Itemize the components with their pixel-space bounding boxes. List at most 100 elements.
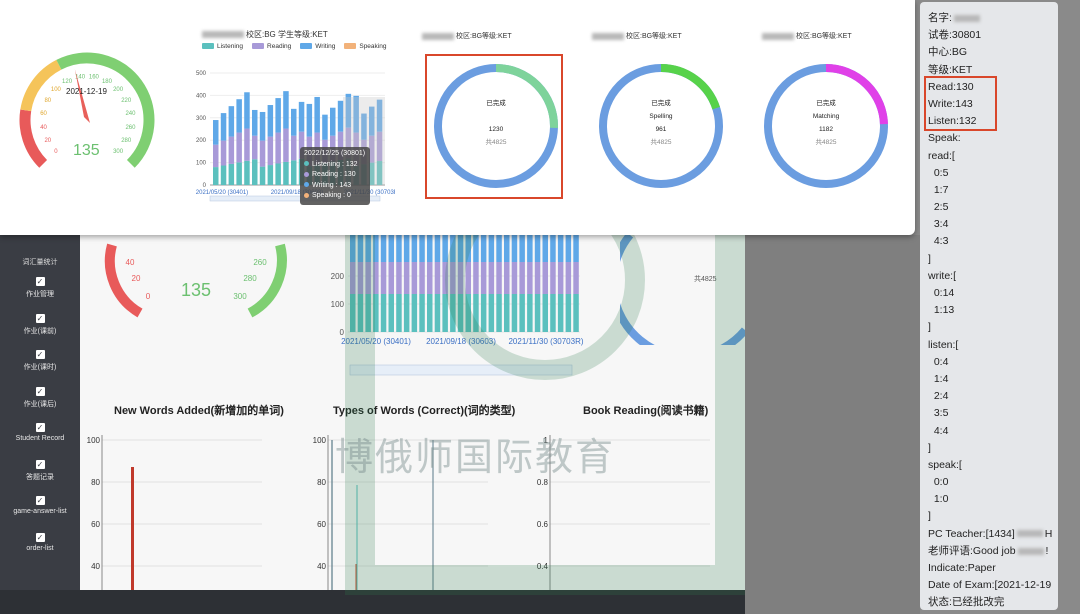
bg-bar-segment <box>380 262 387 294</box>
info-text: 2:5 <box>928 201 949 214</box>
bg-bar-segment <box>434 235 441 262</box>
donut-label: Matching <box>813 113 840 120</box>
sidebar-item[interactable]: ✓ order-list <box>0 532 80 552</box>
tooltip-label: Reading : 130 <box>312 171 356 178</box>
bar-segment <box>314 96 320 133</box>
y-tick-label: 0 <box>203 183 207 189</box>
bg-bar-segment <box>457 235 464 262</box>
gauge-tick-label: 120 <box>62 79 73 85</box>
blurred-name <box>422 32 454 40</box>
info-text: Speak: <box>928 132 961 145</box>
sidebar-item-label: 作业管理 <box>26 291 54 298</box>
bg-bar-segment <box>496 262 502 294</box>
sidebar: 词汇量统计 ✓ 作业管理 ✓ 作业(课前) ✓ 作业(课时) ✓ 作业(课后) ✓ Student… <box>0 235 80 590</box>
blurred-name <box>202 31 244 39</box>
score-gauge: 020406080100120140 1601802002202402602803… <box>19 52 155 168</box>
bg-bar-segment <box>380 235 387 262</box>
sidebar-item[interactable]: ✓ 答题记录 <box>0 459 80 482</box>
bg-bar-segment <box>527 235 533 262</box>
bg-bar-segment <box>534 235 541 262</box>
sidebar-item[interactable]: ✓ 作业管理 <box>0 277 80 299</box>
bg-bar-segment <box>411 235 418 262</box>
gauge-tick-label: 100 <box>51 87 62 93</box>
bg-bar-segment <box>542 262 548 294</box>
bg-bar-segment <box>419 262 425 294</box>
sidebar-item-label: 作业(课后) <box>23 400 57 408</box>
donut-title-text: 校区:BG等级:KET <box>796 33 852 40</box>
info-text: 1:0 <box>928 493 949 506</box>
donut-label: 已完成 <box>651 98 671 107</box>
info-text: 中心:BG <box>928 46 968 59</box>
info-text: ] <box>928 510 931 523</box>
info-line: ] <box>928 508 1050 525</box>
sidebar-item-label: 作业(课前) <box>23 327 57 335</box>
bottom-y-tick: 40 <box>317 562 326 571</box>
info-line: 状态:已经批改完 <box>928 594 1050 611</box>
info-line: PC Teacher:[1434] H <box>928 526 1052 543</box>
bg-bar-segment <box>350 262 356 294</box>
bg-bar-segment <box>365 235 371 262</box>
info-text: Date of Exam:[2021-12-19 <box>928 579 1052 592</box>
bg-bar-segment <box>480 294 487 332</box>
info-text: 老师评语:Good job <box>928 544 1016 557</box>
sidebar-item[interactable]: ✓ 作业(课前) <box>0 313 80 336</box>
bg-bar-segment <box>396 294 402 332</box>
bar-segment <box>228 136 235 164</box>
bg-bar-segment <box>504 294 510 332</box>
info-line: 试卷:30801 <box>928 27 1050 44</box>
info-line: 0:14 <box>928 285 1050 302</box>
gauge-tick-label: 60 <box>40 111 47 117</box>
donut-title-text: 校区:BG等级:KET <box>456 33 512 40</box>
sidebar-item[interactable]: ✓ Student Record <box>0 423 80 442</box>
sidebar-item[interactable]: ✓ 作业(课时) <box>0 350 80 372</box>
bar-segment <box>244 160 250 185</box>
legend-label: Reading <box>267 43 292 50</box>
bg-bar-segment <box>511 235 518 262</box>
donut-chart: 已完成 Spelling 961 共4825 <box>599 64 723 188</box>
chart-tooltip: 2022/12/25 (30801) Listening : 132 Readin… <box>300 147 370 205</box>
bg-donut-total: 共4825 <box>694 276 717 283</box>
info-line: 2:5 <box>928 199 1050 216</box>
legend-swatch <box>344 43 357 50</box>
gauge-tick-label: 20 <box>44 138 51 144</box>
donut-title: 校区:BG等级:KET <box>420 31 512 41</box>
bg-bar-segment <box>419 235 425 262</box>
info-text: 3:4 <box>928 218 949 231</box>
gauge-date: 2021-12-19 <box>66 87 107 96</box>
bg-y-tick: 0 <box>340 328 345 337</box>
bar-segment <box>267 105 274 137</box>
bg-bar-segment <box>350 294 356 332</box>
bar-segment <box>275 163 281 185</box>
sidebar-item[interactable]: ✓ game-answer-list <box>0 496 80 515</box>
info-line: 3:5 <box>928 405 1050 422</box>
bg-bar-segment <box>427 235 433 262</box>
bar-segment <box>228 163 235 185</box>
gauge-tick-label: 180 <box>102 79 113 85</box>
info-text: 4:4 <box>928 424 949 437</box>
legend-label: Speaking <box>359 43 387 50</box>
bar-segment <box>213 120 219 145</box>
bar-segment <box>236 99 242 133</box>
bg-gauge-tick: 40 <box>126 258 135 267</box>
legend-swatch <box>300 43 313 50</box>
bg-bar-segment <box>550 235 556 262</box>
bg-bar-segment <box>403 262 410 294</box>
background-donut <box>620 235 745 345</box>
info-text: read:[ <box>928 149 955 162</box>
bottom-y-tick: 100 <box>313 436 327 445</box>
background-bar-chart: 200 100 02021/05/20 (30401) 2021/09/18 (306… <box>331 235 584 376</box>
gauge-tick-label: 200 <box>113 87 124 93</box>
bg-bar-segment <box>465 262 471 294</box>
bar-segment <box>220 140 227 166</box>
sidebar-item[interactable]: ✓ 作业(课后) <box>0 386 80 409</box>
bg-bar-segment <box>373 294 379 332</box>
donut-title: 校区:BG等级:KET <box>760 31 852 41</box>
bar-segment <box>259 166 266 185</box>
donut-title-text: 校区:BG等级:KET <box>626 33 682 40</box>
legend-item: Reading <box>252 43 291 50</box>
bottom-y-tick: 0.6 <box>537 520 549 529</box>
info-text: ] <box>928 321 931 334</box>
bg-gauge-tick: 260 <box>253 258 267 267</box>
bg-bar-segment <box>388 294 394 332</box>
bottom-y-tick: 80 <box>317 478 326 487</box>
